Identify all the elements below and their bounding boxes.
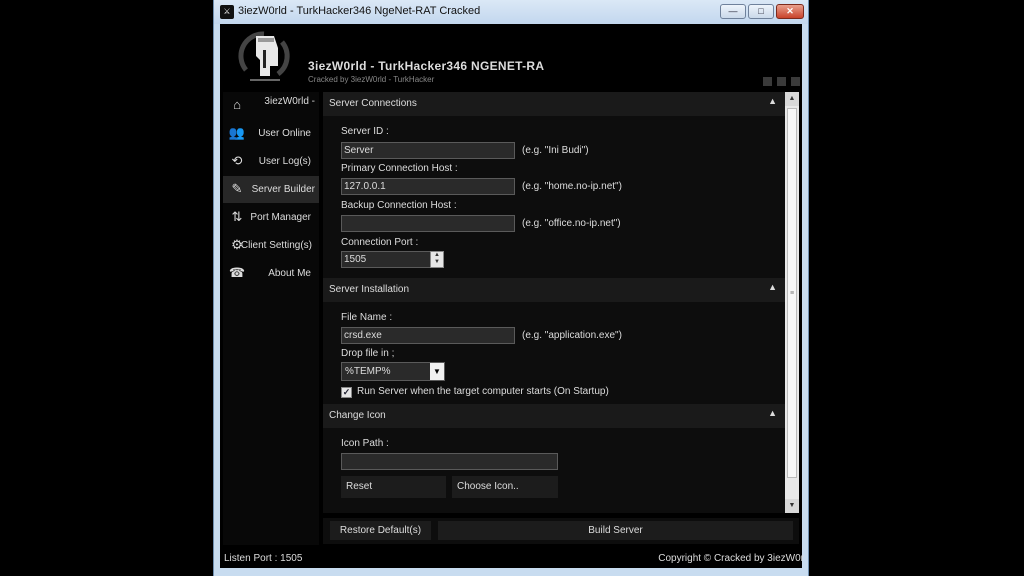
title-bar[interactable]: ⚔ 3iezW0rld - TurkHacker346 NgeNet-RAT C…	[214, 0, 808, 24]
port-icon: ⇅	[231, 209, 243, 224]
connection-port-input[interactable]: 1505	[341, 251, 431, 268]
port-stepper[interactable]: ▲ ▼	[430, 251, 444, 268]
theme-dot[interactable]	[763, 77, 772, 86]
sidebar-item-user-online[interactable]: 👥 User Online	[223, 120, 319, 147]
primary-host-input[interactable]: 127.0.0.1	[341, 178, 515, 195]
sidebar-item-about-me[interactable]: ☎ About Me	[223, 260, 319, 287]
sidebar-item-server-builder[interactable]: ✎ Server Builder	[223, 176, 319, 203]
phone-icon: ☎	[228, 265, 246, 280]
sidebar-item-user-logs[interactable]: ⟲ User Log(s)	[223, 148, 319, 175]
users-icon: 👥	[228, 125, 246, 140]
status-bar: Listen Port : 1505 Copyright © Cracked b…	[220, 548, 804, 568]
server-id-input[interactable]: Server	[341, 142, 515, 159]
file-name-input[interactable]: crsd.exe	[341, 327, 515, 344]
drop-location-value: %TEMP%	[345, 366, 391, 377]
chevron-down-icon[interactable]: ▼	[430, 363, 444, 380]
scroll-down-icon[interactable]: ▼	[785, 499, 799, 513]
section-title: Server Installation	[329, 284, 410, 295]
theme-dot[interactable]	[777, 77, 786, 86]
sidebar-item-port-manager[interactable]: ⇅ Port Manager	[223, 204, 319, 231]
sidebar-item-label: Port Manager	[250, 212, 311, 223]
collapse-icon[interactable]: ▲	[768, 408, 777, 418]
build-server-button[interactable]: Build Server	[438, 521, 793, 540]
section-header-connections[interactable]: Server Connections ▲	[323, 92, 785, 116]
maximize-button[interactable]: □	[748, 4, 774, 19]
section-header-icon[interactable]: Change Icon ▲	[323, 404, 785, 428]
server-id-hint: (e.g. "Ini Budi")	[522, 145, 589, 156]
builder-icon: ✎	[231, 181, 243, 196]
section-title: Change Icon	[329, 410, 386, 421]
drop-location-select[interactable]: %TEMP% ▼	[341, 362, 445, 381]
close-button[interactable]: ✕	[776, 4, 804, 19]
icon-path-input[interactable]	[341, 453, 558, 470]
app-subtitle: Cracked by 3iezW0rld - TurkHacker	[308, 75, 435, 84]
scroll-up-icon[interactable]: ▲	[785, 92, 799, 106]
choose-icon-button[interactable]: Choose Icon..	[452, 476, 558, 498]
sidebar: ⌂ 3iezW0rld - 👥 User Online ⟲ User Log(s…	[223, 92, 319, 545]
sidebar-item-client-settings[interactable]: ⚙ Client Setting(s)	[223, 232, 319, 259]
startup-checkbox-label[interactable]: Run Server when the target computer star…	[357, 386, 609, 397]
section-title: Server Connections	[329, 98, 417, 109]
builder-panel: Server Connections ▲ Server ID : Server …	[323, 92, 785, 513]
theme-dot[interactable]	[791, 77, 800, 86]
minimize-button[interactable]: —	[720, 4, 746, 19]
app-icon: ⚔	[220, 5, 234, 19]
server-id-label: Server ID :	[341, 126, 389, 137]
sidebar-item-label: Client Setting(s)	[240, 240, 312, 251]
connection-port-label: Connection Port :	[341, 237, 419, 248]
section-header-installation[interactable]: Server Installation ▲	[323, 278, 785, 302]
collapse-icon[interactable]: ▲	[768, 96, 777, 106]
file-name-label: File Name :	[341, 312, 393, 323]
window-title: 3iezW0rld - TurkHacker346 NgeNet-RAT Cra…	[238, 5, 481, 17]
file-name-hint: (e.g. "application.exe")	[522, 330, 622, 341]
sidebar-item-label: 3iezW0rld -	[264, 96, 315, 107]
sidebar-item-label: About Me	[268, 268, 311, 279]
sidebar-item-label: User Log(s)	[258, 156, 311, 167]
backup-host-input[interactable]	[341, 215, 515, 232]
collapse-icon[interactable]: ▲	[768, 282, 777, 292]
copyright-text: Copyright © Cracked by 3iezW0r	[658, 553, 804, 564]
vertical-scrollbar[interactable]: ▲ ≡ ▼	[785, 92, 799, 513]
app-window: ⚔ 3iezW0rld - TurkHacker346 NgeNet-RAT C…	[213, 0, 809, 576]
spartan-helmet-logo-icon	[238, 31, 290, 81]
sidebar-item-label: User Online	[258, 128, 311, 139]
client-area: 3iezW0rld - TurkHacker346 NGENET-RA Crac…	[220, 24, 804, 568]
history-icon: ⟲	[231, 153, 243, 168]
backup-host-label: Backup Connection Host :	[341, 200, 457, 211]
startup-checkbox[interactable]: ✓	[341, 387, 352, 398]
drop-location-label: Drop file in ;	[341, 348, 395, 359]
sidebar-item-home[interactable]: ⌂ 3iezW0rld -	[223, 92, 319, 119]
icon-path-label: Icon Path :	[341, 438, 389, 449]
listen-port-status: Listen Port : 1505	[224, 553, 303, 564]
primary-host-hint: (e.g. "home.no-ip.net")	[522, 181, 622, 192]
restore-defaults-button[interactable]: Restore Default(s)	[330, 521, 431, 540]
scroll-thumb[interactable]: ≡	[787, 108, 797, 478]
action-bar: Restore Default(s) Build Server	[323, 518, 799, 544]
sidebar-item-label: Server Builder	[251, 184, 315, 195]
primary-host-label: Primary Connection Host :	[341, 163, 458, 174]
reset-icon-button[interactable]: Reset	[341, 476, 446, 498]
backup-host-hint: (e.g. "office.no-ip.net")	[522, 218, 621, 229]
home-icon: ⌂	[233, 97, 241, 112]
app-title: 3iezW0rld - TurkHacker346 NGENET-RA	[308, 59, 545, 73]
